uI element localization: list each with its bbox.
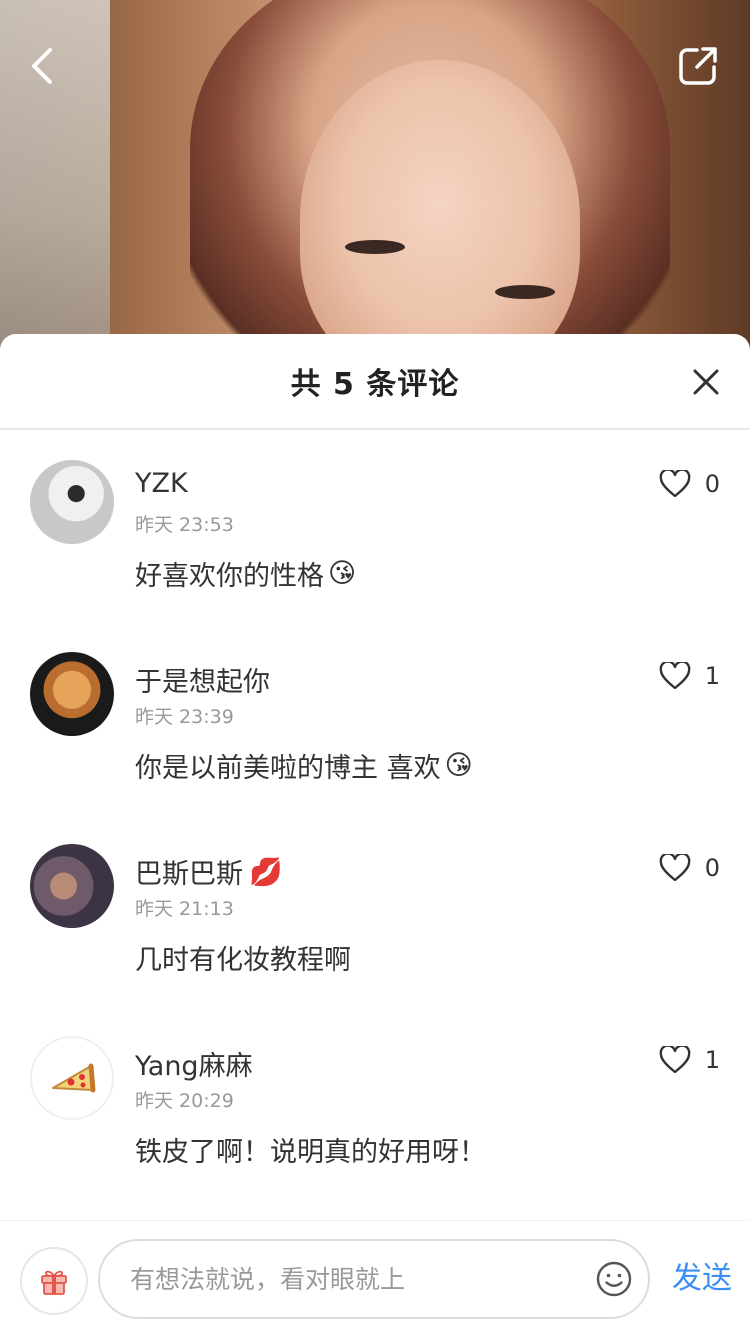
- like-button[interactable]: 0: [659, 854, 720, 882]
- close-icon: [693, 369, 719, 395]
- comment-author[interactable]: 于是想起你: [135, 660, 270, 699]
- comment-input[interactable]: [98, 1239, 650, 1319]
- like-count: 0: [704, 470, 720, 498]
- like-button[interactable]: 1: [659, 1046, 720, 1074]
- video-background[interactable]: [0, 0, 750, 380]
- comment-sheet: 共 5 条评论 YZK 昨天 23:53 好喜欢你的性格 😘 0 于是想起你 昨…: [0, 334, 750, 1334]
- face-shape: [300, 60, 580, 380]
- author-name: 于是想起你: [135, 667, 270, 698]
- share-icon: [679, 47, 717, 85]
- smiley-icon: [596, 1261, 632, 1297]
- pizza-icon: [52, 1063, 96, 1093]
- comment-time: 昨天 23:53: [135, 514, 234, 536]
- heart-icon: [659, 1046, 691, 1074]
- lips-emoji: 💋: [249, 856, 283, 888]
- heart-icon: [659, 470, 691, 498]
- comment-count-title: 共 5 条评论: [290, 367, 460, 402]
- avatar[interactable]: [30, 1036, 114, 1120]
- screen: 共 5 条评论 YZK 昨天 23:53 好喜欢你的性格 😘 0 于是想起你 昨…: [0, 0, 750, 1334]
- comment-body: 你是以前美啦的博主 喜欢: [135, 753, 441, 784]
- sheet-header: 共 5 条评论: [0, 334, 750, 430]
- eye-right: [495, 285, 555, 299]
- like-button[interactable]: 1: [659, 662, 720, 690]
- emoji-button[interactable]: [592, 1257, 636, 1301]
- gift-button[interactable]: [20, 1247, 88, 1315]
- like-button[interactable]: 0: [659, 470, 720, 498]
- comment-text: 几时有化妆教程啊: [135, 938, 351, 977]
- comment-time: 昨天 21:13: [135, 898, 234, 920]
- kiss-emoji: 😘: [328, 558, 357, 589]
- like-count: 1: [704, 662, 720, 690]
- share-button[interactable]: [672, 40, 724, 92]
- comment-author[interactable]: 巴斯巴斯 💋: [135, 852, 283, 891]
- close-button[interactable]: [684, 360, 728, 404]
- author-name: YZK: [135, 468, 188, 499]
- comment-item: 巴斯巴斯 💋 昨天 21:13 几时有化妆教程啊 0: [0, 814, 750, 1006]
- comment-time: 昨天 20:29: [135, 1090, 234, 1112]
- comment-body: 铁皮了啊！说明真的好用呀！: [135, 1137, 486, 1168]
- comment-item: YZK 昨天 23:53 好喜欢你的性格 😘 0: [0, 430, 750, 622]
- kiss-emoji: 😘: [444, 750, 473, 781]
- comment-body: 几时有化妆教程啊: [135, 945, 351, 976]
- heart-icon: [659, 854, 691, 882]
- heart-icon: [659, 662, 691, 690]
- comment-text: 你是以前美啦的博主 喜欢 😘: [135, 746, 473, 785]
- like-count: 0: [704, 854, 720, 882]
- comment-author[interactable]: Yang麻麻: [135, 1044, 253, 1083]
- chevron-left-icon: [32, 48, 52, 84]
- avatar[interactable]: [30, 652, 114, 736]
- like-count: 1: [704, 1046, 720, 1074]
- author-name: Yang麻麻: [135, 1051, 253, 1082]
- comment-text: 好喜欢你的性格 😘: [135, 554, 356, 593]
- comment-body: 好喜欢你的性格: [135, 561, 324, 592]
- send-button[interactable]: 发送: [672, 1253, 732, 1297]
- comment-author[interactable]: YZK: [135, 468, 188, 499]
- comment-text: 铁皮了啊！说明真的好用呀！: [135, 1130, 486, 1169]
- author-name: 巴斯巴斯: [135, 859, 243, 890]
- eye-left: [345, 240, 405, 254]
- comment-time: 昨天 23:39: [135, 706, 234, 728]
- back-button[interactable]: [16, 40, 68, 92]
- avatar[interactable]: [30, 460, 114, 544]
- comment-input-bar: 发送: [0, 1220, 750, 1334]
- comment-list: YZK 昨天 23:53 好喜欢你的性格 😘 0 于是想起你 昨天 23:39 …: [0, 430, 750, 1334]
- avatar[interactable]: [30, 844, 114, 928]
- comment-item: Yang麻麻 昨天 20:29 铁皮了啊！说明真的好用呀！ 1: [0, 1006, 750, 1198]
- gift-icon: [41, 1270, 67, 1295]
- comment-item: 于是想起你 昨天 23:39 你是以前美啦的博主 喜欢 😘 1: [0, 622, 750, 814]
